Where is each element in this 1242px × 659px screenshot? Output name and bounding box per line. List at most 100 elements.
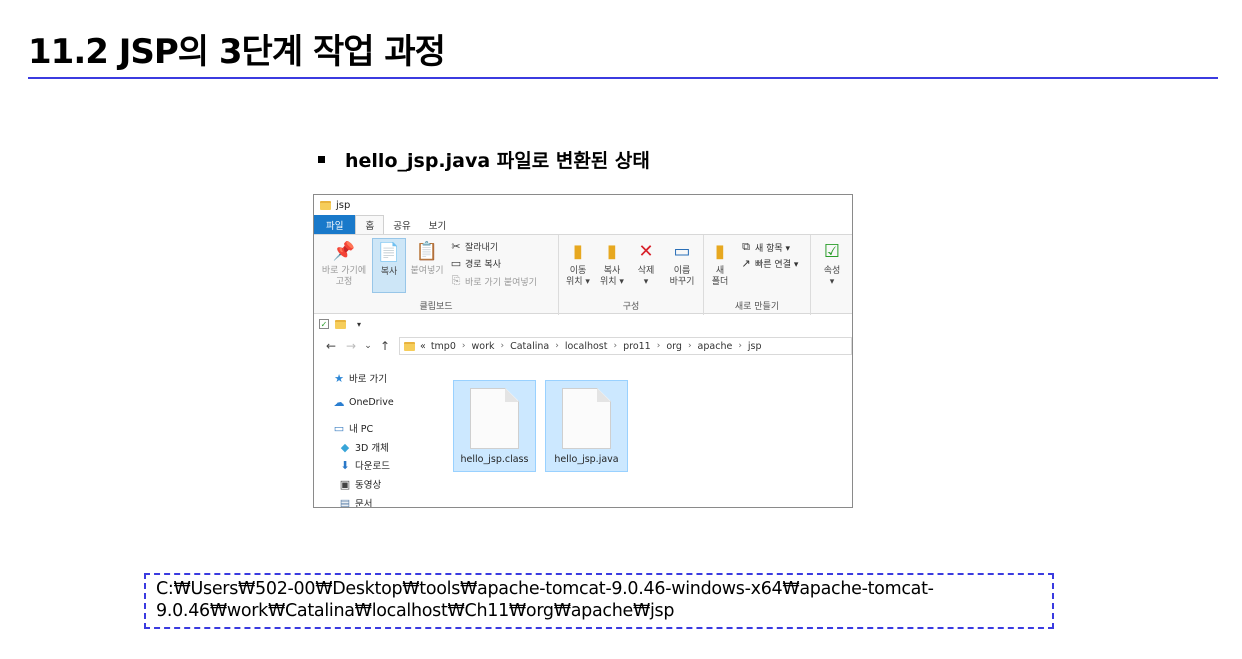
file-name: hello_jsp.java <box>554 454 619 465</box>
window-title: jsp <box>336 199 351 211</box>
breadcrumb-separator-icon[interactable]: › <box>462 341 466 351</box>
properties-button[interactable]: ☑ 속성 ▾ <box>817 241 847 288</box>
rename-button[interactable]: ▭ 이름 바꾸기 <box>665 241 699 288</box>
bullet-item: hello_jsp.java 파일로 변환된 상태 <box>318 146 650 173</box>
breadcrumb-item[interactable]: apache <box>698 341 733 352</box>
nav-item-this-pc[interactable]: ▭ 내 PC <box>332 421 373 436</box>
copy-button[interactable]: 📄 복사 <box>372 238 406 293</box>
rename-label-2: 바꾸기 <box>669 277 695 287</box>
nav-item-videos[interactable]: ▣ 동영상 <box>338 477 382 492</box>
easy-access-button[interactable]: ↗ 빠른 연결 ▾ <box>740 257 798 270</box>
new-item-label: 새 항목 ▾ <box>755 243 791 254</box>
breadcrumb-item[interactable]: localhost <box>565 341 608 352</box>
tab-home[interactable]: 홈 <box>355 215 385 234</box>
paste-button[interactable]: 📋 붙여넣기 <box>407 241 447 277</box>
up-arrow-icon[interactable]: ↑ <box>375 339 395 353</box>
organize-group-label: 구성 <box>622 302 640 312</box>
forward-arrow-icon[interactable]: → <box>341 339 361 353</box>
file-item[interactable]: hello_jsp.class <box>453 380 536 472</box>
nav-documents-label: 문서 <box>355 499 373 508</box>
breadcrumb-item[interactable]: tmp0 <box>431 341 456 352</box>
copy-folder-icon: ▮ <box>607 241 617 262</box>
delete-x-icon: ✕ <box>638 241 654 262</box>
organize-group: ▮ 이동 위치 ▾ ▮ 복사 위치 ▾ ✕ 삭제 ▾ ▭ 이름 바꾸기 구성 <box>559 235 704 315</box>
nav-videos-label: 동영상 <box>355 480 382 491</box>
new-folder-icon: ▮ <box>715 241 725 262</box>
easy-access-icon: ↗ <box>741 257 751 270</box>
breadcrumb-separator-icon[interactable]: › <box>738 341 742 351</box>
breadcrumb-item[interactable]: work <box>471 341 494 352</box>
breadcrumb-separator-icon[interactable]: › <box>613 341 617 351</box>
clipboard-group: 📌 바로 가기에 고정 📄 복사 📋 붙여넣기 ✂ 잘라내기 ▭ 경로 복사 ⎘… <box>314 235 559 315</box>
paste-label: 붙여넣기 <box>410 266 444 276</box>
nav-item-3d-objects[interactable]: ◆ 3D 개체 <box>338 440 389 455</box>
breadcrumb-item[interactable]: org <box>666 341 682 352</box>
back-arrow-icon[interactable]: ← <box>321 339 341 353</box>
properties-label-2: ▾ <box>829 277 835 287</box>
easy-access-label: 빠른 연결 ▾ <box>755 260 799 270</box>
tab-file[interactable]: 파일 <box>314 215 356 234</box>
rename-label-1: 이름 <box>673 266 691 276</box>
nav-item-documents[interactable]: ▤ 문서 <box>338 496 373 508</box>
nav-item-onedrive[interactable]: ☁ OneDrive <box>332 396 394 409</box>
move-to-button[interactable]: ▮ 이동 위치 ▾ <box>563 241 593 288</box>
paste-shortcut-button[interactable]: ⎘ 바로 가기 붙여넣기 <box>450 274 537 288</box>
path-icon: ▭ <box>450 257 462 270</box>
document-icon: ▤ <box>339 496 351 508</box>
breadcrumb-item[interactable]: Catalina <box>510 341 549 352</box>
ribbon: 📌 바로 가기에 고정 📄 복사 📋 붙여넣기 ✂ 잘라내기 ▭ 경로 복사 ⎘… <box>314 234 852 315</box>
clipboard-icon: 📋 <box>415 241 439 262</box>
cloud-icon: ☁ <box>333 396 345 409</box>
window-titlebar: jsp <box>314 195 852 215</box>
pin-icon: 📌 <box>332 241 356 262</box>
delete-button[interactable]: ✕ 삭제 ▾ <box>631 241 661 288</box>
copy-path-button[interactable]: ▭ 경로 복사 <box>450 257 501 270</box>
recent-chevron-down-icon[interactable]: ⌄ <box>361 341 375 351</box>
quick-access-toolbar: ✓ ▾ <box>314 314 852 334</box>
file-item[interactable]: hello_jsp.java <box>545 380 628 472</box>
path-line-2: 9.0.46₩work₩Catalina₩localhost₩Ch11₩org₩… <box>156 601 675 621</box>
ribbon-tabs: 파일 홈 공유 보기 <box>314 215 852 234</box>
explorer-body: ★ 바로 가기 ☁ OneDrive ▭ 내 PC ◆ 3D 개체 ⬇ 다운로드… <box>314 358 852 508</box>
address-folder-icon <box>404 341 415 351</box>
tab-view[interactable]: 보기 <box>420 215 455 234</box>
path-line-1: C:₩Users₩502-00₩Desktop₩tools₩apache-tom… <box>156 579 934 599</box>
delete-label-2: ▾ <box>643 277 649 287</box>
computer-icon: ▭ <box>333 421 345 435</box>
cube-icon: ◆ <box>340 440 350 454</box>
move-label-1: 이동 <box>569 266 587 276</box>
file-explorer-window: jsp 파일 홈 공유 보기 📌 바로 가기에 고정 📄 복사 📋 붙여넣기 ✂ <box>313 194 853 508</box>
new-item-button[interactable]: ⧉ 새 항목 ▾ <box>740 240 790 254</box>
breadcrumb-separator-icon[interactable]: › <box>555 341 559 351</box>
copyto-label-1: 복사 <box>603 266 621 276</box>
nav-onedrive-label: OneDrive <box>349 397 394 408</box>
nav-item-quick-access[interactable]: ★ 바로 가기 <box>332 371 387 386</box>
file-name: hello_jsp.class <box>460 454 529 465</box>
breadcrumb-separator-icon[interactable]: › <box>688 341 692 351</box>
new-folder-label-2: 폴더 <box>711 277 729 287</box>
delete-label-1: 삭제 <box>637 266 655 276</box>
copy-to-button[interactable]: ▮ 복사 위치 ▾ <box>597 241 627 288</box>
cut-button[interactable]: ✂ 잘라내기 <box>450 240 498 253</box>
folder-small-icon[interactable] <box>335 319 346 329</box>
slide-title: 11.2 JSP의 3단계 작업 과정 <box>28 32 446 72</box>
tab-share[interactable]: 공유 <box>384 215 419 234</box>
nav-downloads-label: 다운로드 <box>355 461 390 472</box>
qat-dropdown-icon[interactable]: ▾ <box>357 320 361 329</box>
breadcrumb-item[interactable]: pro11 <box>623 341 651 352</box>
breadcrumb-separator-icon[interactable]: › <box>500 341 504 351</box>
properties-small-icon[interactable]: ✓ <box>319 319 329 329</box>
address-field[interactable]: « tmp0 › work › Catalina › localhost › pro11 › org… <box>399 337 852 355</box>
cut-label: 잘라내기 <box>465 243 499 253</box>
nav-item-downloads[interactable]: ⬇ 다운로드 <box>338 458 390 473</box>
path-callout-box: C:₩Users₩502-00₩Desktop₩tools₩apache-tom… <box>144 573 1054 629</box>
clipboard-group-label: 클립보드 <box>419 302 453 312</box>
pin-quick-access-button[interactable]: 📌 바로 가기에 고정 <box>318 241 370 288</box>
breadcrumb-item[interactable]: jsp <box>748 341 762 352</box>
nav-quick-access-label: 바로 가기 <box>349 374 387 385</box>
bullet-marker <box>318 156 325 163</box>
new-group: ▮ 새 폴더 ⧉ 새 항목 ▾ ↗ 빠른 연결 ▾ 새로 만들기 <box>704 235 811 315</box>
pin-label-1: 바로 가기에 <box>321 266 367 276</box>
breadcrumb-separator-icon[interactable]: › <box>657 341 661 351</box>
new-folder-button[interactable]: ▮ 새 폴더 <box>706 241 734 288</box>
